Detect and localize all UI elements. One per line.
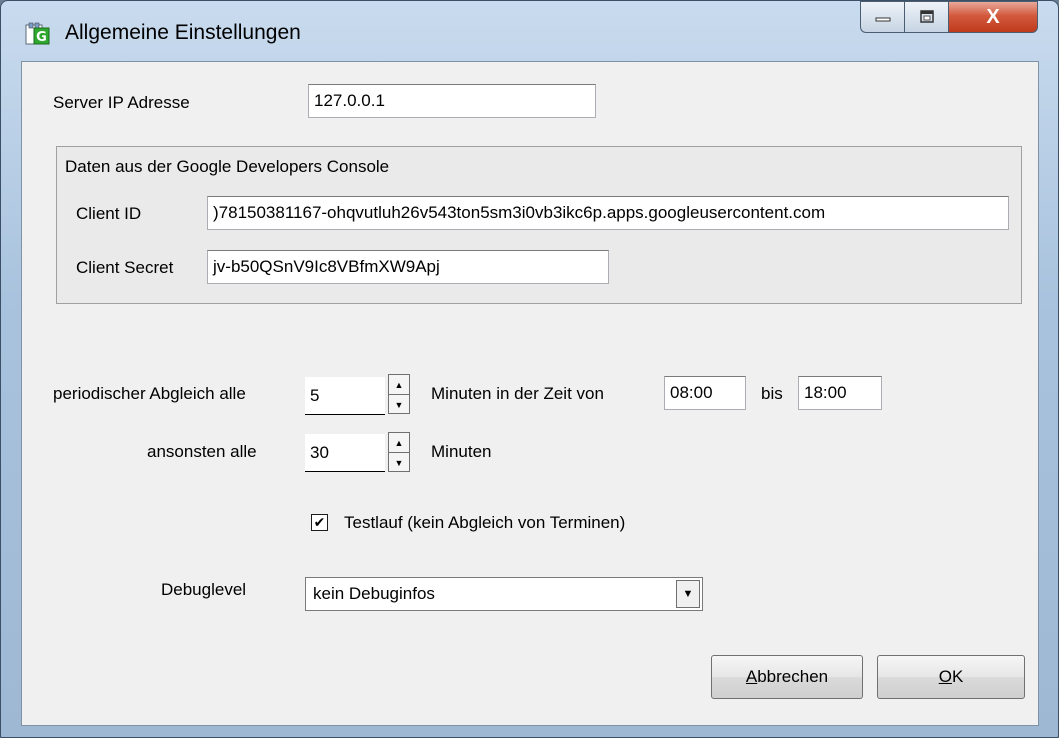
cancel-hotkey-letter: A bbox=[745, 667, 758, 686]
ok-hotkey-letter: O bbox=[938, 667, 952, 686]
arrow-down-icon[interactable]: ▼ bbox=[389, 395, 409, 414]
window-title: Allgemeine Einstellungen bbox=[65, 21, 301, 44]
periodic-interval-stepper[interactable]: ▲ ▼ bbox=[388, 374, 410, 414]
client-id-label: Client ID bbox=[76, 204, 142, 223]
chevron-down-icon[interactable]: ▼ bbox=[676, 580, 700, 608]
title-bar[interactable]: G Allgemeine Einstellungen X bbox=[1, 1, 1058, 61]
ok-label-rest: K bbox=[951, 667, 964, 686]
testrun-checkbox[interactable]: ✔ bbox=[311, 514, 328, 531]
otherwise-interval-input[interactable]: 30 bbox=[305, 434, 385, 472]
minimize-button[interactable] bbox=[860, 1, 904, 33]
arrow-up-icon[interactable]: ▲ bbox=[389, 375, 409, 395]
arrow-down-icon[interactable]: ▼ bbox=[389, 453, 409, 472]
debuglevel-select[interactable]: kein Debuginfos ▼ bbox=[305, 577, 703, 611]
client-id-input[interactable]: )78150381167-ohqvutluh26v543ton5sm3i0vb3… bbox=[207, 196, 1009, 230]
close-button[interactable]: X bbox=[948, 1, 1038, 33]
close-icon: X bbox=[986, 5, 1000, 28]
minutes-label: Minuten bbox=[431, 442, 492, 461]
dialog-window: G Allgemeine Einstellungen X Server IP A… bbox=[0, 0, 1059, 738]
otherwise-interval-label: ansonsten alle bbox=[147, 442, 257, 461]
server-ip-label: Server IP Adresse bbox=[53, 93, 190, 112]
server-ip-input[interactable]: 127.0.0.1 bbox=[308, 84, 596, 118]
google-group-label: Daten aus der Google Developers Console bbox=[65, 157, 390, 176]
time-from-input[interactable]: 08:00 bbox=[664, 376, 746, 410]
minimize-icon bbox=[875, 17, 890, 22]
client-secret-input[interactable]: jv-b50QSnV9Ic8VBfmXW9Apj bbox=[207, 250, 609, 284]
cancel-button[interactable]: Abbrechen bbox=[711, 655, 863, 699]
otherwise-interval-stepper[interactable]: ▲ ▼ bbox=[388, 432, 410, 472]
time-to-input[interactable]: 18:00 bbox=[798, 376, 882, 410]
svg-text:G: G bbox=[36, 30, 47, 45]
ok-button[interactable]: OK bbox=[877, 655, 1025, 699]
debuglevel-label: Debuglevel bbox=[161, 580, 247, 599]
arrow-up-icon[interactable]: ▲ bbox=[389, 433, 409, 453]
periodic-sync-label: periodischer Abgleich alle bbox=[53, 384, 246, 403]
periodic-interval-input[interactable]: 5 bbox=[305, 377, 385, 415]
time-bis-label: bis bbox=[761, 384, 783, 403]
testrun-label[interactable]: Testlauf (kein Abgleich von Terminen) bbox=[344, 513, 625, 533]
debuglevel-selected-value: kein Debuginfos bbox=[313, 584, 435, 603]
app-icon: G bbox=[25, 22, 50, 45]
minutes-in-time-label: Minuten in der Zeit von bbox=[431, 384, 604, 403]
maximize-icon bbox=[919, 10, 934, 23]
checkmark-icon: ✔ bbox=[313, 514, 326, 530]
cancel-label-rest: bbrechen bbox=[757, 667, 829, 686]
client-secret-label: Client Secret bbox=[76, 258, 174, 277]
maximize-button[interactable] bbox=[904, 1, 948, 33]
